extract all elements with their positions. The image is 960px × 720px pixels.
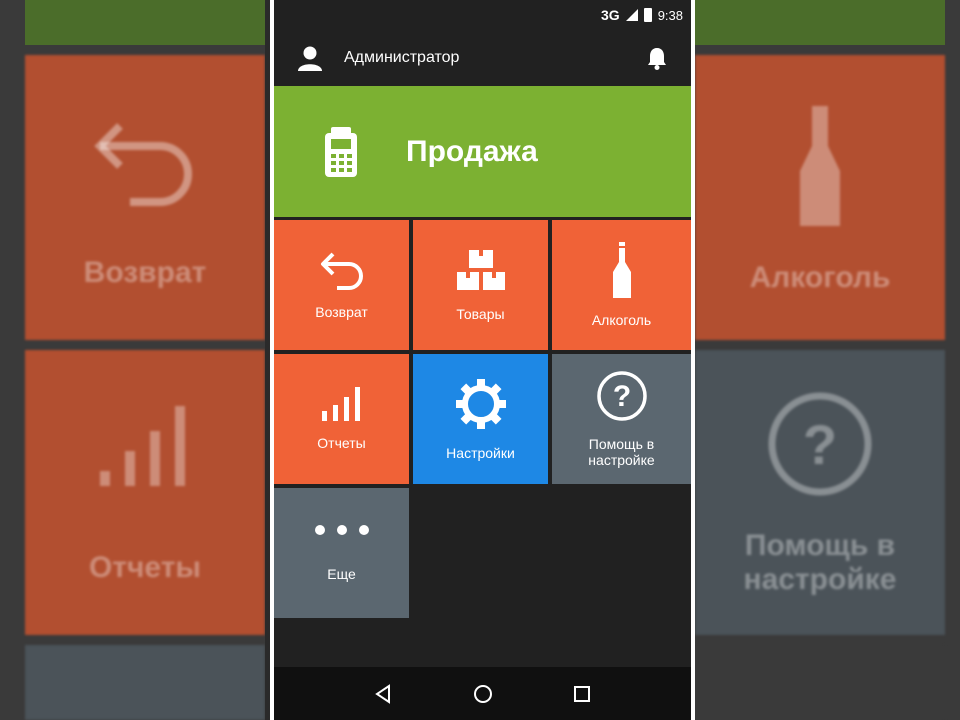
background-label-reports: Отчеты xyxy=(88,550,202,584)
tile-help-label: Помощь в настройке xyxy=(588,436,655,468)
bottle-icon xyxy=(612,242,631,298)
return-arrow-icon xyxy=(94,122,192,206)
user-icon[interactable] xyxy=(294,42,326,74)
app-bar: Администратор xyxy=(274,30,691,86)
tile-more[interactable]: Еще xyxy=(274,488,409,618)
tile-return[interactable]: Возврат xyxy=(274,220,409,350)
tile-reports[interactable]: Отчеты xyxy=(274,354,409,484)
user-title: Администратор xyxy=(344,49,460,66)
phone-screen: 3G 9:38 Администратор Продажа Возврат То… xyxy=(274,0,691,720)
tile-alcohol-label: Алкоголь xyxy=(591,312,652,328)
sale-label: Продажа xyxy=(406,134,538,168)
tile-reports-label: Отчеты xyxy=(317,435,366,451)
clock: 9:38 xyxy=(657,7,683,23)
background-tile-return: Возврат xyxy=(25,55,265,340)
back-icon[interactable] xyxy=(369,679,399,709)
bar-chart-icon xyxy=(100,405,185,486)
recents-icon[interactable] xyxy=(567,679,597,709)
background-tile-help: ? Помощь в настройке xyxy=(695,350,945,635)
svg-text:?: ? xyxy=(803,413,837,476)
more-dots-icon xyxy=(314,525,369,535)
tile-goods[interactable]: Товары xyxy=(413,220,548,350)
background-sale-strip xyxy=(25,0,265,45)
tile-alcohol[interactable]: Алкоголь xyxy=(552,220,691,350)
bell-icon[interactable] xyxy=(643,44,671,72)
background-tile-more xyxy=(25,645,265,720)
phone-frame: 3G 9:38 Администратор Продажа Возврат То… xyxy=(270,0,695,720)
bottle-icon xyxy=(800,105,840,226)
tile-settings-label: Настройки xyxy=(446,445,515,461)
signal-icon xyxy=(625,9,638,21)
background-label-help: Помощь в настройке xyxy=(743,528,897,596)
svg-text:?: ? xyxy=(612,380,630,413)
background-label-return: Возврат xyxy=(83,255,207,289)
tile-more-label: Еще xyxy=(327,566,356,582)
tile-return-label: Возврат xyxy=(315,304,368,320)
gear-icon xyxy=(455,379,506,429)
boxes-icon xyxy=(456,250,505,290)
network-indicator: 3G xyxy=(601,7,620,23)
background-label-alcohol: Алкоголь xyxy=(749,260,891,294)
background-sale-strip xyxy=(695,0,945,45)
tile-goods-label: Товары xyxy=(456,306,505,322)
status-bar: 3G 9:38 xyxy=(274,0,691,30)
return-arrow-icon xyxy=(320,252,363,290)
background-tile-reports: Отчеты xyxy=(25,350,265,635)
sale-tile[interactable]: Продажа xyxy=(274,86,691,217)
tile-help[interactable]: ? Помощь в настройке xyxy=(552,354,691,484)
help-circle-icon: ? xyxy=(596,371,647,421)
tile-settings[interactable]: Настройки xyxy=(413,354,548,484)
background-right-blur: Алкоголь ? Помощь в настройке xyxy=(695,0,960,720)
battery-icon xyxy=(643,8,652,22)
help-circle-icon: ? xyxy=(768,392,872,495)
background-left-blur: Возврат Отчеты xyxy=(0,0,265,720)
android-nav-bar xyxy=(274,667,691,720)
payment-terminal-icon xyxy=(325,126,357,177)
background-tile-empty xyxy=(695,645,945,720)
bar-chart-icon xyxy=(321,387,360,421)
home-icon[interactable] xyxy=(468,679,498,709)
background-tile-alcohol: Алкоголь xyxy=(695,55,945,340)
